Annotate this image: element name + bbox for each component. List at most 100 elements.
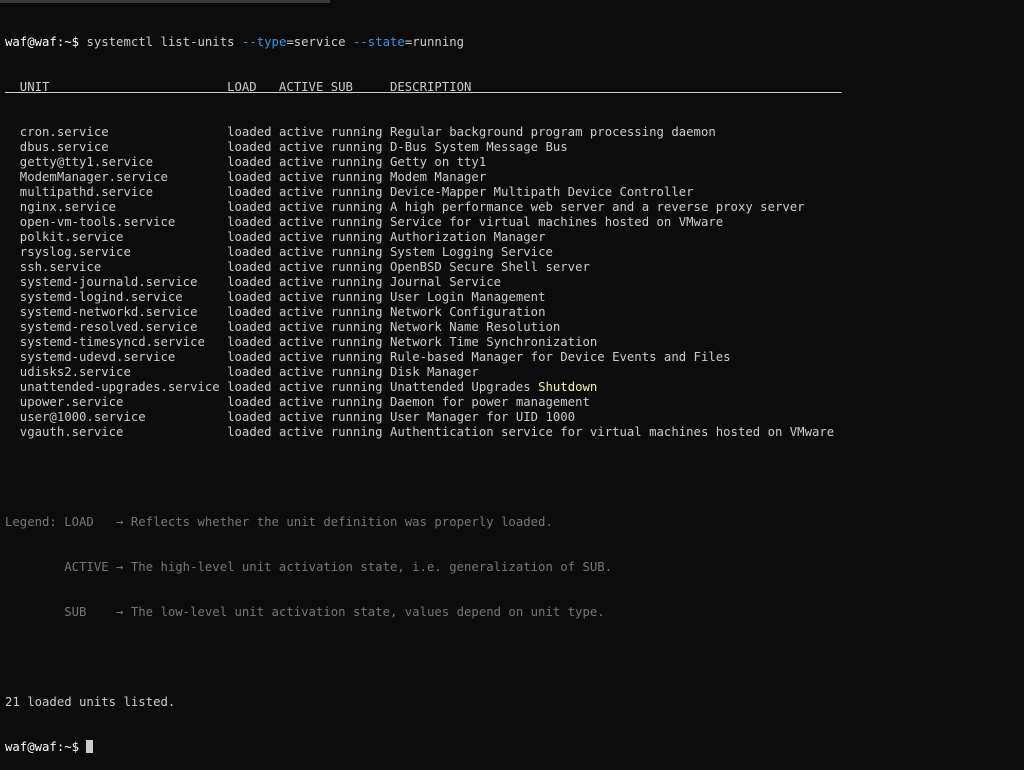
row-sub: running [330, 230, 390, 244]
row-sub: running [330, 215, 390, 229]
row-active: active [278, 125, 331, 139]
row-load: loaded [227, 245, 279, 259]
table-row: udisks2.service loaded active running Di… [5, 365, 1019, 380]
legend-sub: SUB → The low-level unit activation stat… [5, 605, 605, 619]
window-top-edge [0, 0, 330, 3]
row-active: active [278, 155, 331, 169]
row-load: loaded [227, 290, 279, 304]
row-description: D-Bus System Message Bus [390, 140, 568, 154]
row-active: active [278, 305, 331, 319]
row-unit: systemd-resolved.service [5, 320, 228, 334]
table-row: upower.service loaded active running Dae… [5, 395, 1019, 410]
row-description: User Login Management [390, 290, 546, 304]
row-description: Service for virtual machines hosted on V… [390, 215, 724, 229]
table-row: systemd-timesyncd.service loaded active … [5, 335, 1019, 350]
row-unit: nginx.service [5, 200, 228, 214]
table-row: multipathd.service loaded active running… [5, 185, 1019, 200]
row-description: Authentication service for virtual machi… [390, 425, 835, 439]
row-unit: polkit.service [5, 230, 228, 244]
table-row: open-vm-tools.service loaded active runn… [5, 215, 1019, 230]
row-sub: running [330, 260, 390, 274]
row-load: loaded [227, 140, 279, 154]
table-row: systemd-logind.service loaded active run… [5, 290, 1019, 305]
row-unit: systemd-networkd.service [5, 305, 228, 319]
row-sub: running [330, 125, 390, 139]
row-sub: running [330, 185, 390, 199]
row-description: Authorization Manager [390, 230, 546, 244]
row-active: active [278, 245, 331, 259]
row-sub: running [330, 395, 390, 409]
row-unit: dbus.service [5, 140, 228, 154]
row-load: loaded [227, 335, 279, 349]
row-unit: upower.service [5, 395, 228, 409]
table-row: unattended-upgrades.service loaded activ… [5, 380, 1019, 395]
state-flag: --state [352, 35, 405, 49]
table-row: polkit.service loaded active running Aut… [5, 230, 1019, 245]
table-row: ssh.service loaded active running OpenBS… [5, 260, 1019, 275]
row-active: active [278, 320, 331, 334]
summary-text: 21 loaded units listed. [5, 695, 176, 709]
row-load: loaded [227, 305, 279, 319]
row-unit: vgauth.service [5, 425, 228, 439]
row-sub: running [330, 170, 390, 184]
row-active: active [278, 140, 331, 154]
row-sub: running [330, 245, 390, 259]
row-unit: systemd-journald.service [5, 275, 228, 289]
row-unit: unattended-upgrades.service [5, 380, 228, 394]
row-description: Disk Manager [390, 365, 479, 379]
row-unit: ssh.service [5, 260, 228, 274]
row-active: active [278, 425, 331, 439]
row-description: Network Configuration [390, 305, 546, 319]
row-sub: running [330, 320, 390, 334]
row-load: loaded [227, 425, 279, 439]
row-description: Network Time Synchronization [390, 335, 598, 349]
table-header: UNIT LOAD ACTIVE SUB DESCRIPTION [5, 80, 842, 94]
table-row: systemd-udevd.service loaded active runn… [5, 350, 1019, 365]
row-unit: systemd-timesyncd.service [5, 335, 228, 349]
row-sub: running [330, 425, 390, 439]
row-sub: running [330, 155, 390, 169]
row-description: User Manager for UID 1000 [390, 410, 576, 424]
row-active: active [278, 410, 331, 424]
row-load: loaded [227, 200, 279, 214]
table-row: nginx.service loaded active running A hi… [5, 200, 1019, 215]
row-active: active [278, 335, 331, 349]
row-active: active [278, 200, 331, 214]
row-active: active [278, 260, 331, 274]
row-load: loaded [227, 215, 279, 229]
legend-load: Legend: LOAD → Reflects whether the unit… [5, 515, 553, 529]
terminal-output[interactable]: waf@waf:~$ systemctl list-units --type=s… [5, 5, 1019, 754]
legend-active: ACTIVE → The high-level unit activation … [5, 560, 613, 574]
row-load: loaded [227, 275, 279, 289]
row-sub: running [330, 200, 390, 214]
row-sub: running [330, 275, 390, 289]
row-sub: running [330, 380, 390, 394]
row-load: loaded [227, 230, 279, 244]
row-sub: running [330, 410, 390, 424]
row-unit: user@1000.service [5, 410, 228, 424]
row-unit: getty@tty1.service [5, 155, 228, 169]
type-flag: --type [241, 35, 287, 49]
row-active: active [278, 380, 331, 394]
row-active: active [278, 290, 331, 304]
row-active: active [278, 230, 331, 244]
row-description: System Logging Service [390, 245, 553, 259]
row-description: Modem Manager [390, 170, 487, 184]
row-unit: systemd-udevd.service [5, 350, 228, 364]
row-description: OpenBSD Secure Shell server [390, 260, 590, 274]
row-unit: multipathd.service [5, 185, 228, 199]
row-unit: rsyslog.service [5, 245, 228, 259]
row-load: loaded [227, 185, 279, 199]
row-load: loaded [227, 365, 279, 379]
command-line: waf@waf:~$ systemctl list-units --type=s… [5, 35, 1019, 50]
row-sub: running [330, 305, 390, 319]
state-value: =running [404, 35, 465, 49]
row-unit: open-vm-tools.service [5, 215, 228, 229]
table-row: systemd-journald.service loaded active r… [5, 275, 1019, 290]
text-cursor[interactable] [86, 740, 94, 753]
row-description: Getty on tty1 [390, 155, 487, 169]
row-sub: running [330, 350, 390, 364]
row-load: loaded [227, 380, 279, 394]
